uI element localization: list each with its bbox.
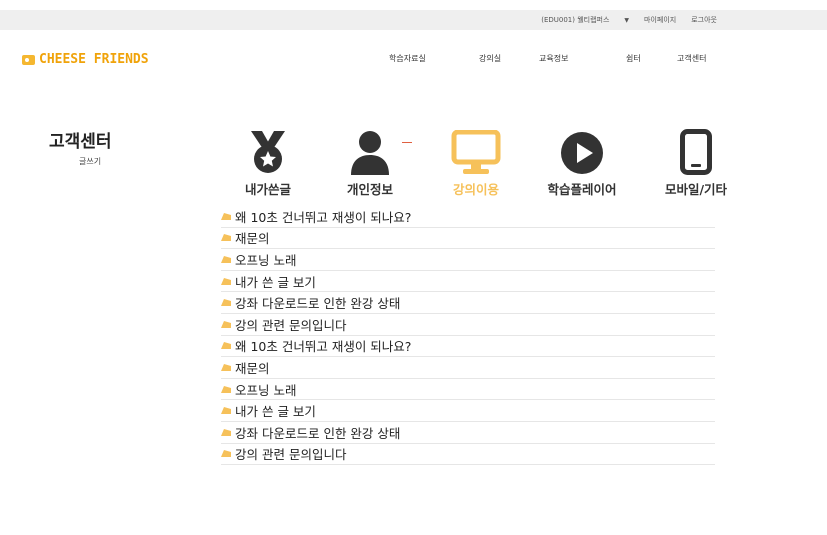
cheese-icon	[221, 385, 231, 393]
category-lecture-use[interactable]: 강의이용	[434, 129, 518, 198]
category-label: 내가쓴글	[244, 182, 291, 197]
user-icon	[328, 129, 412, 175]
nav-item-education-info[interactable]: 교육정보	[539, 53, 568, 64]
decorative-dash	[402, 142, 412, 143]
post-title: 강좌 다운로드로 인한 완강 상태	[235, 425, 401, 441]
post-title: 오프닝 노래	[235, 382, 297, 398]
post-title: 강좌 다운로드로 인한 완강 상태	[235, 296, 401, 312]
cheese-icon	[221, 234, 231, 242]
post-title: 재문의	[235, 360, 270, 376]
category-label: 개인정보	[346, 182, 393, 197]
list-item[interactable]: 재문의	[221, 357, 715, 379]
nav-item-classroom[interactable]: 강의실	[479, 53, 501, 64]
play-icon	[537, 129, 627, 175]
list-item[interactable]: 내가 쓴 글 보기	[221, 271, 715, 293]
list-item[interactable]: 오프닝 노래	[221, 249, 715, 271]
list-item[interactable]: 강의 관련 문의입니다	[221, 314, 715, 336]
list-item[interactable]: 재문의	[221, 228, 715, 250]
post-list: 왜 10초 건너뛰고 재생이 되나요? 재문의 오프닝 노래 내가 쓴 글 보기…	[221, 206, 715, 466]
post-title: 강의 관련 문의입니다	[235, 317, 347, 333]
cheese-icon	[221, 342, 231, 350]
list-item[interactable]: 왜 10초 건너뛰고 재생이 되나요?	[221, 206, 715, 228]
nav-item-materials[interactable]: 학습자료실	[389, 53, 426, 64]
caret-down-icon: ▼	[624, 17, 630, 24]
category-label: 모바일/기타	[664, 182, 728, 197]
main-navigation: 학습자료실 강의실 교육정보 쉼터 고객센터	[0, 53, 827, 67]
category-label: 학습플레이어	[547, 182, 617, 197]
list-item[interactable]: 왜 10초 건너뛰고 재생이 되나요?	[221, 336, 715, 358]
list-item[interactable]: 강의 관련 문의입니다	[221, 444, 715, 466]
medal-icon	[226, 129, 310, 175]
nav-item-customer-center[interactable]: 고객센터	[677, 53, 706, 64]
cheese-icon	[221, 277, 231, 285]
side-menu-write[interactable]: 글쓰기	[79, 156, 101, 167]
monitor-icon	[434, 129, 518, 175]
post-title: 내가 쓴 글 보기	[235, 404, 316, 420]
cheese-icon	[221, 363, 231, 371]
list-item[interactable]: 강좌 다운로드로 인한 완강 상태	[221, 422, 715, 444]
post-title: 내가 쓴 글 보기	[235, 274, 316, 290]
post-title: 오프닝 노래	[235, 252, 297, 268]
cheese-icon	[221, 450, 231, 458]
nav-item-lounge[interactable]: 쉼터	[626, 53, 641, 64]
category-mobile-etc[interactable]: 모바일/기타	[654, 129, 738, 198]
category-label: 강의이용	[452, 182, 499, 197]
cheese-icon	[221, 299, 231, 307]
page-title: 고객센터	[49, 132, 112, 152]
top-utility-bar: (EDU001) 웰티랩퍼스 ▼ 마이페이지 로그아웃	[0, 10, 827, 30]
list-item[interactable]: 오프닝 노래	[221, 379, 715, 401]
category-learning-player[interactable]: 학습플레이어	[537, 129, 627, 198]
account-label: (EDU001) 웰티랩퍼스	[541, 16, 610, 24]
cheese-icon	[221, 320, 231, 328]
category-personal-info[interactable]: 개인정보	[328, 129, 412, 198]
mobile-icon	[654, 129, 738, 175]
category-my-posts[interactable]: 내가쓴글	[226, 129, 310, 198]
list-item[interactable]: 내가 쓴 글 보기	[221, 400, 715, 422]
list-item[interactable]: 강좌 다운로드로 인한 완강 상태	[221, 292, 715, 314]
post-title: 왜 10초 건너뛰고 재생이 되나요?	[235, 209, 412, 225]
logout-link[interactable]: 로그아웃	[691, 15, 717, 25]
cheese-icon	[221, 428, 231, 436]
mypage-link[interactable]: 마이페이지	[644, 15, 676, 25]
cheese-icon	[221, 407, 231, 415]
utility-links: (EDU001) 웰티랩퍼스 ▼ 마이페이지 로그아웃	[511, 10, 717, 30]
post-title: 재문의	[235, 231, 270, 247]
post-title: 왜 10초 건너뛰고 재생이 되나요?	[235, 339, 412, 355]
account-dropdown[interactable]: (EDU001) 웰티랩퍼스 ▼	[526, 15, 629, 25]
post-title: 강의 관련 문의입니다	[235, 447, 347, 463]
cheese-icon	[221, 212, 231, 220]
cheese-icon	[221, 255, 231, 263]
